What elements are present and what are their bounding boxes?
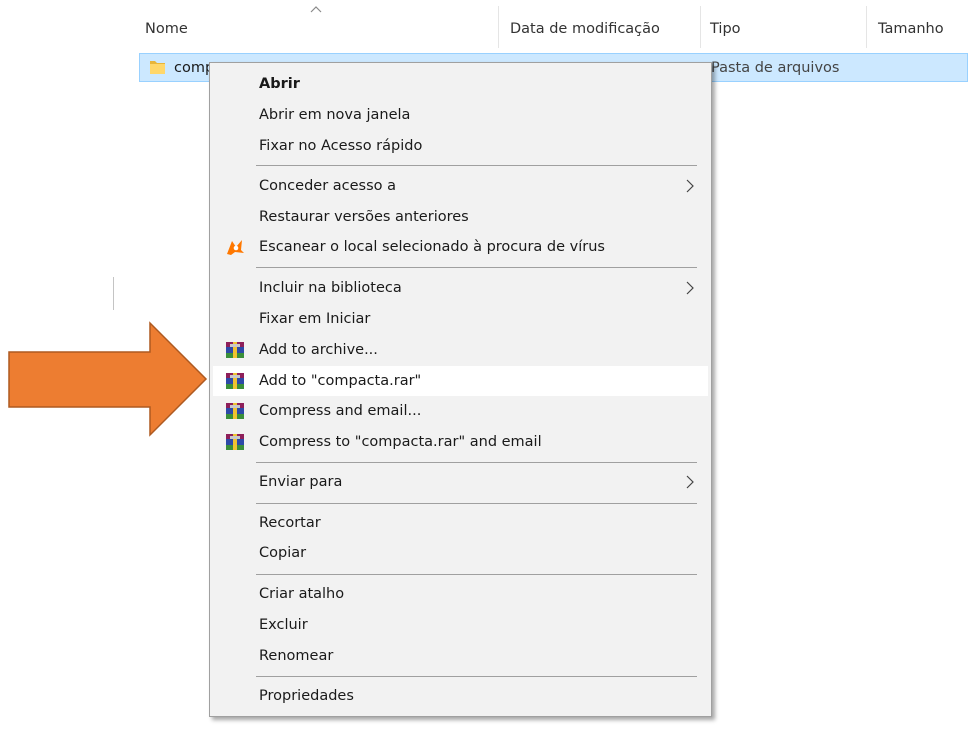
column-date[interactable]: Data de modificação <box>510 18 660 40</box>
menu-item-delete[interactable]: Excluir <box>213 610 708 640</box>
menu-item-restore-versions[interactable]: Restaurar versões anteriores <box>213 202 708 232</box>
menu-item-label: Fixar no Acesso rápido <box>259 138 423 154</box>
file-type: Pasta de arquivos <box>711 60 840 76</box>
column-type[interactable]: Tipo <box>710 18 741 40</box>
menu-separator <box>256 503 697 504</box>
winrar-icon <box>226 342 244 358</box>
menu-separator <box>256 574 697 575</box>
menu-item-include-library[interactable]: Incluir na biblioteca <box>213 273 708 303</box>
menu-item-label: Incluir na biblioteca <box>259 280 402 296</box>
menu-separator <box>256 676 697 677</box>
menu-item-open-new-window[interactable]: Abrir em nova janela <box>213 100 708 130</box>
menu-item-properties[interactable]: Propriedades <box>213 681 708 711</box>
avast-icon <box>227 240 244 255</box>
column-separator[interactable] <box>866 6 867 48</box>
column-separator[interactable] <box>498 6 499 48</box>
menu-item-label: Compress to "compacta.rar" and email <box>259 434 542 450</box>
menu-item-give-access[interactable]: Conceder acesso a <box>213 171 708 201</box>
menu-item-label: Add to archive... <box>259 342 378 358</box>
sort-ascending-icon <box>310 6 322 13</box>
chevron-right-icon <box>686 179 694 193</box>
menu-item-label: Excluir <box>259 617 308 633</box>
column-header: Nome Data de modificação Tipo Tamanho <box>138 0 968 48</box>
pane-divider <box>113 277 114 310</box>
orange-arrow-icon <box>8 321 208 437</box>
menu-item-add-rar[interactable]: Add to "compacta.rar" <box>213 366 708 396</box>
menu-item-label: Escanear o local selecionado à procura d… <box>259 239 605 255</box>
context-menu: Abrir Abrir em nova janela Fixar no Aces… <box>209 62 712 717</box>
menu-item-label: Recortar <box>259 515 321 531</box>
winrar-icon <box>226 373 244 389</box>
menu-item-scan-virus[interactable]: Escanear o local selecionado à procura d… <box>213 232 708 262</box>
menu-item-add-archive[interactable]: Add to archive... <box>213 335 708 365</box>
chevron-right-icon <box>686 475 694 489</box>
winrar-icon <box>226 403 244 419</box>
menu-item-label: Abrir em nova janela <box>259 107 411 123</box>
column-size[interactable]: Tamanho <box>878 18 944 40</box>
menu-item-label: Abrir <box>259 76 300 92</box>
menu-separator <box>256 462 697 463</box>
menu-item-pin-start[interactable]: Fixar em Iniciar <box>213 304 708 334</box>
folder-icon <box>150 61 165 74</box>
menu-item-label: Conceder acesso a <box>259 178 397 194</box>
menu-item-label: Renomear <box>259 648 334 664</box>
menu-item-label: Compress and email... <box>259 403 422 419</box>
menu-item-label: Fixar em Iniciar <box>259 311 371 327</box>
menu-item-label: Add to "compacta.rar" <box>259 373 422 389</box>
menu-item-label: Copiar <box>259 545 307 561</box>
menu-separator <box>256 165 697 166</box>
menu-item-send-to[interactable]: Enviar para <box>213 467 708 497</box>
menu-item-pin-quick-access[interactable]: Fixar no Acesso rápido <box>213 131 708 161</box>
menu-item-label: Propriedades <box>259 688 354 704</box>
column-separator[interactable] <box>700 6 701 48</box>
menu-item-create-shortcut[interactable]: Criar atalho <box>213 579 708 609</box>
menu-item-cut[interactable]: Recortar <box>213 508 708 538</box>
menu-item-label: Criar atalho <box>259 586 345 602</box>
menu-item-open[interactable]: Abrir <box>213 69 708 99</box>
column-name[interactable]: Nome <box>145 18 188 40</box>
menu-item-rename[interactable]: Renomear <box>213 641 708 671</box>
winrar-icon <box>226 434 244 450</box>
menu-item-compress-rar-email[interactable]: Compress to "compacta.rar" and email <box>213 427 708 457</box>
menu-item-copy[interactable]: Copiar <box>213 538 708 568</box>
menu-item-label: Enviar para <box>259 474 343 490</box>
menu-item-label: Restaurar versões anteriores <box>259 209 469 225</box>
menu-separator <box>256 267 697 268</box>
chevron-right-icon <box>686 281 694 295</box>
menu-item-compress-email[interactable]: Compress and email... <box>213 396 708 426</box>
